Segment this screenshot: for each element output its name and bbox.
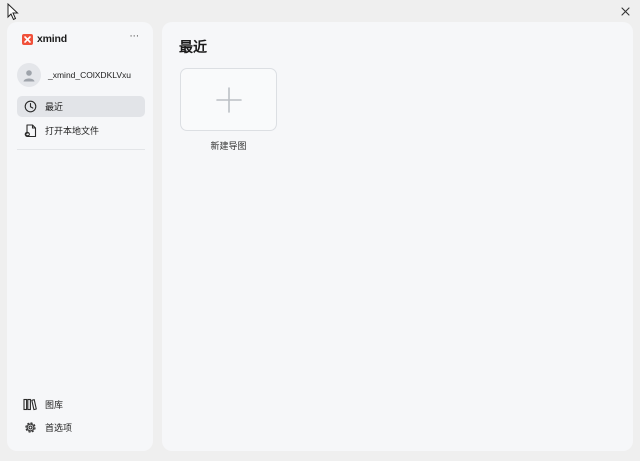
more-options-button[interactable]: ··· [127,31,141,45]
sidebar-item-preferences[interactable]: 首选项 [17,417,145,438]
mouse-cursor-icon [7,3,19,21]
sidebar-item-library[interactable]: 图库 [17,394,145,415]
sidebar-item-label: 打开本地文件 [45,126,100,136]
library-icon [23,398,37,411]
sidebar-item-open-local-file[interactable]: 打开本地文件 [17,120,145,141]
user-icon [23,70,35,82]
xmind-logo-icon [22,33,33,45]
open-file-icon [24,123,36,137]
clock-icon [24,100,36,113]
account-profile[interactable]: _xmind_COlXDKLVxu [17,62,147,88]
sidebar-item-label: 最近 [45,102,64,112]
sidebar: xmind ··· _xmind_COlXDKLVxu 最近 打开本地文件 图库… [7,22,153,451]
window-title-bar [0,0,640,22]
main-panel: 最近 新建导图 [162,22,633,451]
account-name: _xmind_COlXDKLVxu [48,70,131,80]
sidebar-item-label: 图库 [45,400,64,410]
plus-icon [215,86,242,113]
brand-name: xmind [37,33,67,45]
close-window-button[interactable] [618,4,632,18]
close-icon [620,6,630,16]
new-map-card[interactable] [180,68,277,131]
sidebar-divider [17,149,145,150]
sidebar-item-recent[interactable]: 最近 [17,96,145,117]
sidebar-item-label: 首选项 [45,423,73,433]
gear-icon [24,422,36,433]
avatar [17,63,41,87]
page-title: 最近 [179,39,207,55]
new-map-label: 新建导图 [210,141,247,151]
brand-logo: xmind [22,32,67,46]
